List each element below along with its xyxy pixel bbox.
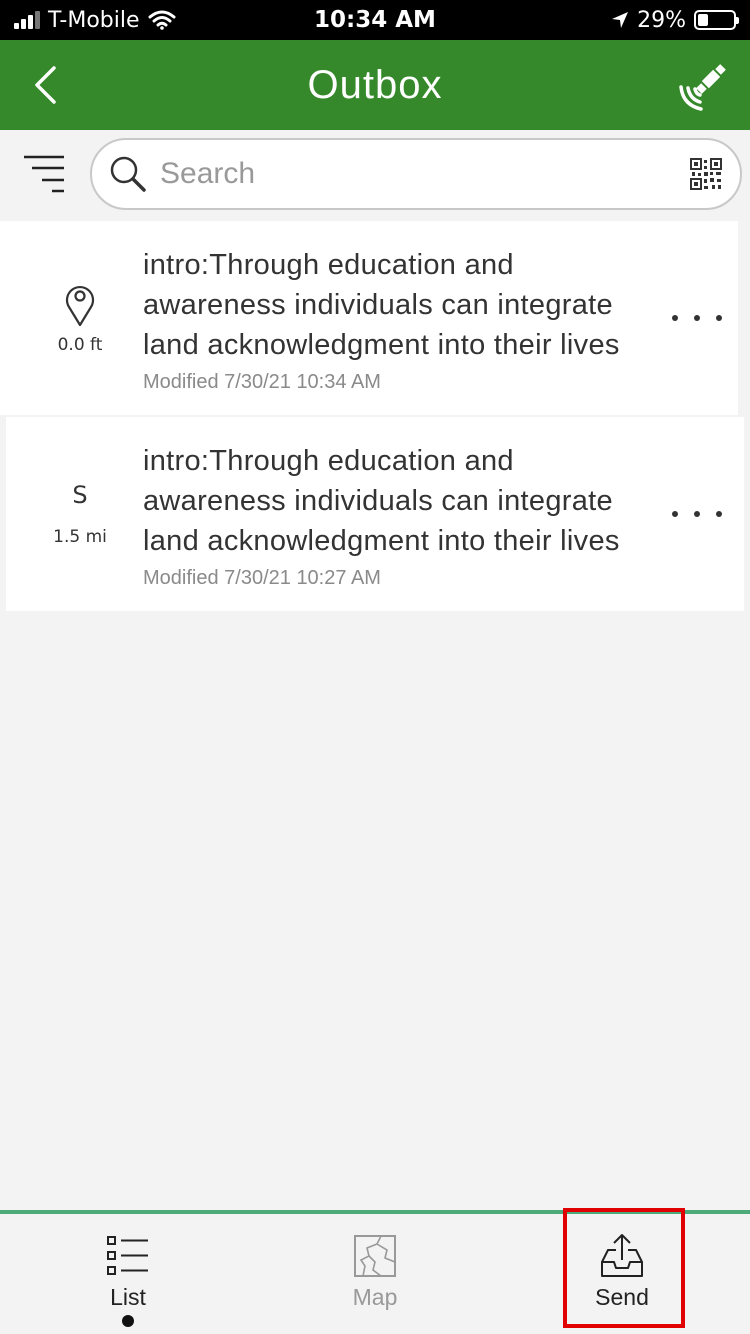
page-title: Outbox [307, 62, 443, 107]
carrier-label: T-Mobile [48, 7, 140, 33]
search-row [0, 130, 750, 220]
list-item[interactable]: 0.0 ft intro:Through education and aware… [0, 221, 738, 415]
more-button[interactable] [670, 303, 724, 333]
active-tab-indicator [122, 1315, 134, 1327]
map-icon [354, 1235, 396, 1277]
item-direction: S [72, 481, 88, 509]
item-body: intro:Through education and awareness in… [143, 441, 653, 590]
search-box[interactable] [90, 138, 742, 210]
item-modified: Modified 7/30/21 10:34 AM [143, 371, 381, 393]
item-title: intro:Through education and awareness in… [143, 445, 620, 557]
location-pin-icon [65, 286, 95, 327]
item-location: S 1.5 mi [40, 417, 120, 611]
gps-button[interactable] [676, 56, 734, 114]
item-title: intro:Through education and awareness in… [143, 249, 620, 361]
more-icon-dot [694, 511, 700, 517]
back-button[interactable] [20, 58, 70, 112]
search-icon [110, 156, 146, 192]
status-left: T-Mobile [14, 8, 176, 33]
tab-map-label: Map [352, 1284, 398, 1310]
status-bar: T-Mobile 10:34 AM 29% [0, 0, 750, 40]
send-highlight-box [563, 1208, 685, 1328]
filter-icon [24, 155, 64, 193]
location-arrow-icon [612, 12, 629, 28]
item-distance: 1.5 mi [53, 527, 107, 547]
tab-list-label: List [110, 1284, 146, 1310]
signal-icon [14, 11, 40, 29]
tab-list[interactable]: List [3, 1214, 253, 1334]
qr-code-icon[interactable] [690, 158, 722, 190]
more-icon-dot [716, 315, 722, 321]
more-button[interactable] [670, 499, 724, 529]
filter-button[interactable] [22, 154, 68, 196]
item-modified: Modified 7/30/21 10:27 AM [143, 567, 381, 589]
more-icon-dot [716, 511, 722, 517]
tab-map[interactable]: Map [250, 1214, 500, 1334]
more-icon-dot [694, 315, 700, 321]
more-icon-dot [672, 511, 678, 517]
search-input[interactable] [160, 157, 660, 191]
more-icon-dot [672, 315, 678, 321]
gps-satellite-icon [679, 64, 726, 111]
item-body: intro:Through education and awareness in… [143, 245, 653, 394]
item-distance: 0.0 ft [57, 335, 103, 355]
item-location: 0.0 ft [40, 221, 120, 415]
status-right: 29% [611, 7, 739, 33]
wifi-icon [148, 10, 176, 30]
list-item[interactable]: S 1.5 mi intro:Through education and awa… [6, 417, 744, 611]
battery-percent: 29% [637, 7, 686, 33]
battery-icon [694, 10, 739, 30]
back-chevron-icon [35, 66, 56, 104]
nav-bar: Outbox [0, 40, 750, 130]
list-icon [107, 1236, 148, 1275]
